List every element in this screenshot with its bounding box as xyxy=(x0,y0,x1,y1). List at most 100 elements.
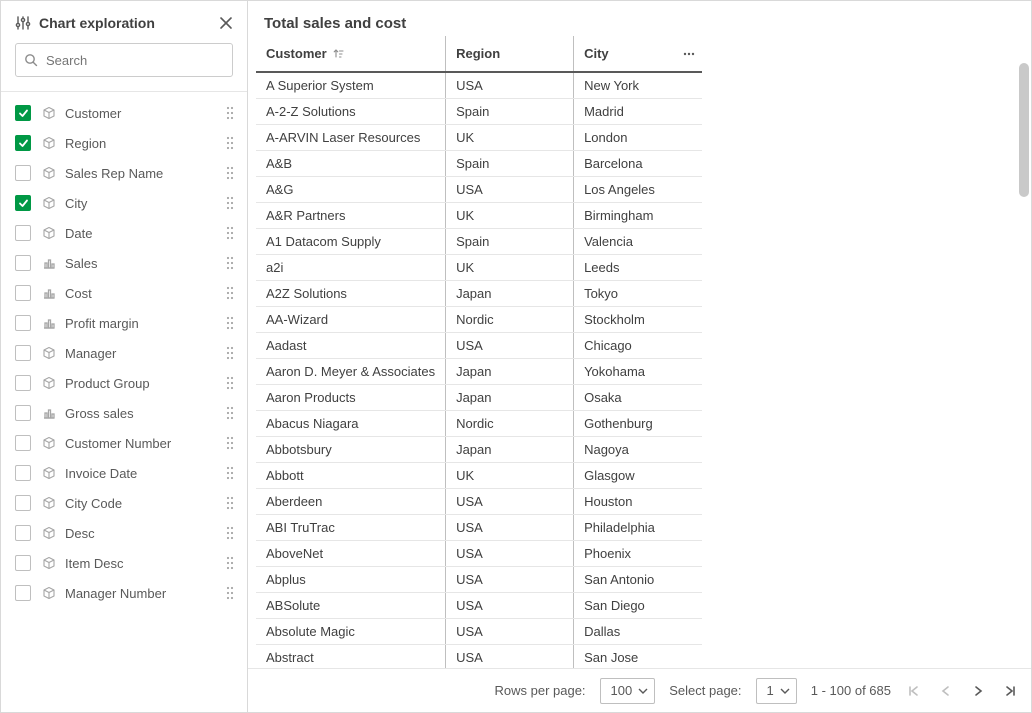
drag-handle-icon[interactable] xyxy=(223,225,237,241)
drag-handle-icon[interactable] xyxy=(223,555,237,571)
table-row[interactable]: Abacus NiagaraNordicGothenburg xyxy=(256,411,702,437)
prev-page-button[interactable] xyxy=(937,682,955,700)
table-row[interactable]: AbstractUSASan Jose xyxy=(256,645,702,669)
table-row[interactable]: AberdeenUSAHouston xyxy=(256,489,702,515)
table-row[interactable]: AbbottUKGlasgow xyxy=(256,463,702,489)
field-checkbox[interactable] xyxy=(15,225,31,241)
field-item[interactable]: Manager Number xyxy=(1,578,247,608)
drag-handle-icon[interactable] xyxy=(223,525,237,541)
field-item[interactable]: Customer Number xyxy=(1,428,247,458)
field-checkbox[interactable] xyxy=(15,495,31,511)
column-header-label: Region xyxy=(456,46,500,61)
vertical-scrollbar[interactable] xyxy=(1019,61,1029,661)
scrollbar-thumb[interactable] xyxy=(1019,63,1029,197)
drag-handle-icon[interactable] xyxy=(223,345,237,361)
field-checkbox[interactable] xyxy=(15,165,31,181)
table-row[interactable]: A&R PartnersUKBirmingham xyxy=(256,203,702,229)
table-cell: USA xyxy=(446,515,574,541)
table-row[interactable]: AA-WizardNordicStockholm xyxy=(256,307,702,333)
field-item[interactable]: Item Desc xyxy=(1,548,247,578)
table-row[interactable]: A1 Datacom SupplySpainValencia xyxy=(256,229,702,255)
field-checkbox[interactable] xyxy=(15,465,31,481)
search-input[interactable] xyxy=(44,52,224,69)
table-row[interactable]: ABSoluteUSASan Diego xyxy=(256,593,702,619)
field-item[interactable]: Product Group xyxy=(1,368,247,398)
table-cell: A&B xyxy=(256,151,446,177)
table-row[interactable]: Aaron ProductsJapanOsaka xyxy=(256,385,702,411)
field-item[interactable]: Region xyxy=(1,128,247,158)
field-item[interactable]: Desc xyxy=(1,518,247,548)
search-input-wrap[interactable] xyxy=(15,43,233,77)
drag-handle-icon[interactable] xyxy=(223,255,237,271)
field-checkbox[interactable] xyxy=(15,435,31,451)
drag-handle-icon[interactable] xyxy=(223,405,237,421)
field-item[interactable]: Cost xyxy=(1,278,247,308)
field-item[interactable]: City Code xyxy=(1,488,247,518)
drag-handle-icon[interactable] xyxy=(223,435,237,451)
drag-handle-icon[interactable] xyxy=(223,315,237,331)
table-row[interactable]: Aaron D. Meyer & AssociatesJapanYokohama xyxy=(256,359,702,385)
field-checkbox[interactable] xyxy=(15,345,31,361)
column-header[interactable]: Region xyxy=(446,36,574,72)
field-checkbox[interactable] xyxy=(15,405,31,421)
table-cell: A1 Datacom Supply xyxy=(256,229,446,255)
drag-handle-icon[interactable] xyxy=(223,285,237,301)
field-checkbox[interactable] xyxy=(15,375,31,391)
field-item[interactable]: Date xyxy=(1,218,247,248)
table-cell: Phoenix xyxy=(574,541,702,567)
close-icon[interactable] xyxy=(219,16,233,30)
drag-handle-icon[interactable] xyxy=(223,135,237,151)
column-header[interactable]: City xyxy=(574,36,702,72)
last-page-button[interactable] xyxy=(1001,682,1019,700)
table-row[interactable]: Absolute MagicUSADallas xyxy=(256,619,702,645)
field-item[interactable]: Sales xyxy=(1,248,247,278)
table-row[interactable]: AboveNetUSAPhoenix xyxy=(256,541,702,567)
table-row[interactable]: A2Z SolutionsJapanTokyo xyxy=(256,281,702,307)
field-checkbox[interactable] xyxy=(15,255,31,271)
field-checkbox[interactable] xyxy=(15,525,31,541)
drag-handle-icon[interactable] xyxy=(223,585,237,601)
table-cell: San Jose xyxy=(574,645,702,669)
drag-handle-icon[interactable] xyxy=(223,195,237,211)
field-item[interactable]: Gross sales xyxy=(1,398,247,428)
table-row[interactable]: A-ARVIN Laser ResourcesUKLondon xyxy=(256,125,702,151)
drag-handle-icon[interactable] xyxy=(223,375,237,391)
field-item[interactable]: Customer xyxy=(1,98,247,128)
field-item[interactable]: Manager xyxy=(1,338,247,368)
field-item[interactable]: Sales Rep Name xyxy=(1,158,247,188)
table-row[interactable]: AbbotsburyJapanNagoya xyxy=(256,437,702,463)
field-checkbox[interactable] xyxy=(15,285,31,301)
field-item[interactable]: Invoice Date xyxy=(1,458,247,488)
field-checkbox[interactable] xyxy=(15,195,31,211)
table-row[interactable]: A&GUSALos Angeles xyxy=(256,177,702,203)
next-page-button[interactable] xyxy=(969,682,987,700)
table-row[interactable]: a2iUKLeeds xyxy=(256,255,702,281)
drag-handle-icon[interactable] xyxy=(223,105,237,121)
column-menu-icon[interactable] xyxy=(682,47,696,61)
field-item[interactable]: Profit margin xyxy=(1,308,247,338)
drag-handle-icon[interactable] xyxy=(223,495,237,511)
field-checkbox[interactable] xyxy=(15,315,31,331)
table-row[interactable]: A-2-Z SolutionsSpainMadrid xyxy=(256,99,702,125)
field-checkbox[interactable] xyxy=(15,135,31,151)
drag-handle-icon[interactable] xyxy=(223,165,237,181)
select-page-select[interactable]: 1 xyxy=(756,678,797,704)
table-cell: Aberdeen xyxy=(256,489,446,515)
rows-per-page-select[interactable]: 100 xyxy=(600,678,656,704)
field-checkbox[interactable] xyxy=(15,555,31,571)
table-row[interactable]: A Superior SystemUSANew York xyxy=(256,72,702,99)
field-checkbox[interactable] xyxy=(15,105,31,121)
drag-handle-icon[interactable] xyxy=(223,465,237,481)
table-row[interactable]: AadastUSAChicago xyxy=(256,333,702,359)
field-item[interactable]: City xyxy=(1,188,247,218)
table-row[interactable]: A&BSpainBarcelona xyxy=(256,151,702,177)
table-cell: San Antonio xyxy=(574,567,702,593)
table-row[interactable]: ABI TruTracUSAPhiladelphia xyxy=(256,515,702,541)
search-row xyxy=(1,43,247,91)
field-checkbox[interactable] xyxy=(15,585,31,601)
app-root: Chart exploration CustomerRegionSales Re… xyxy=(0,0,1032,713)
chart-title: Total sales and cost xyxy=(248,1,1031,36)
first-page-button[interactable] xyxy=(905,682,923,700)
table-row[interactable]: AbplusUSASan Antonio xyxy=(256,567,702,593)
column-header[interactable]: Customer xyxy=(256,36,446,72)
